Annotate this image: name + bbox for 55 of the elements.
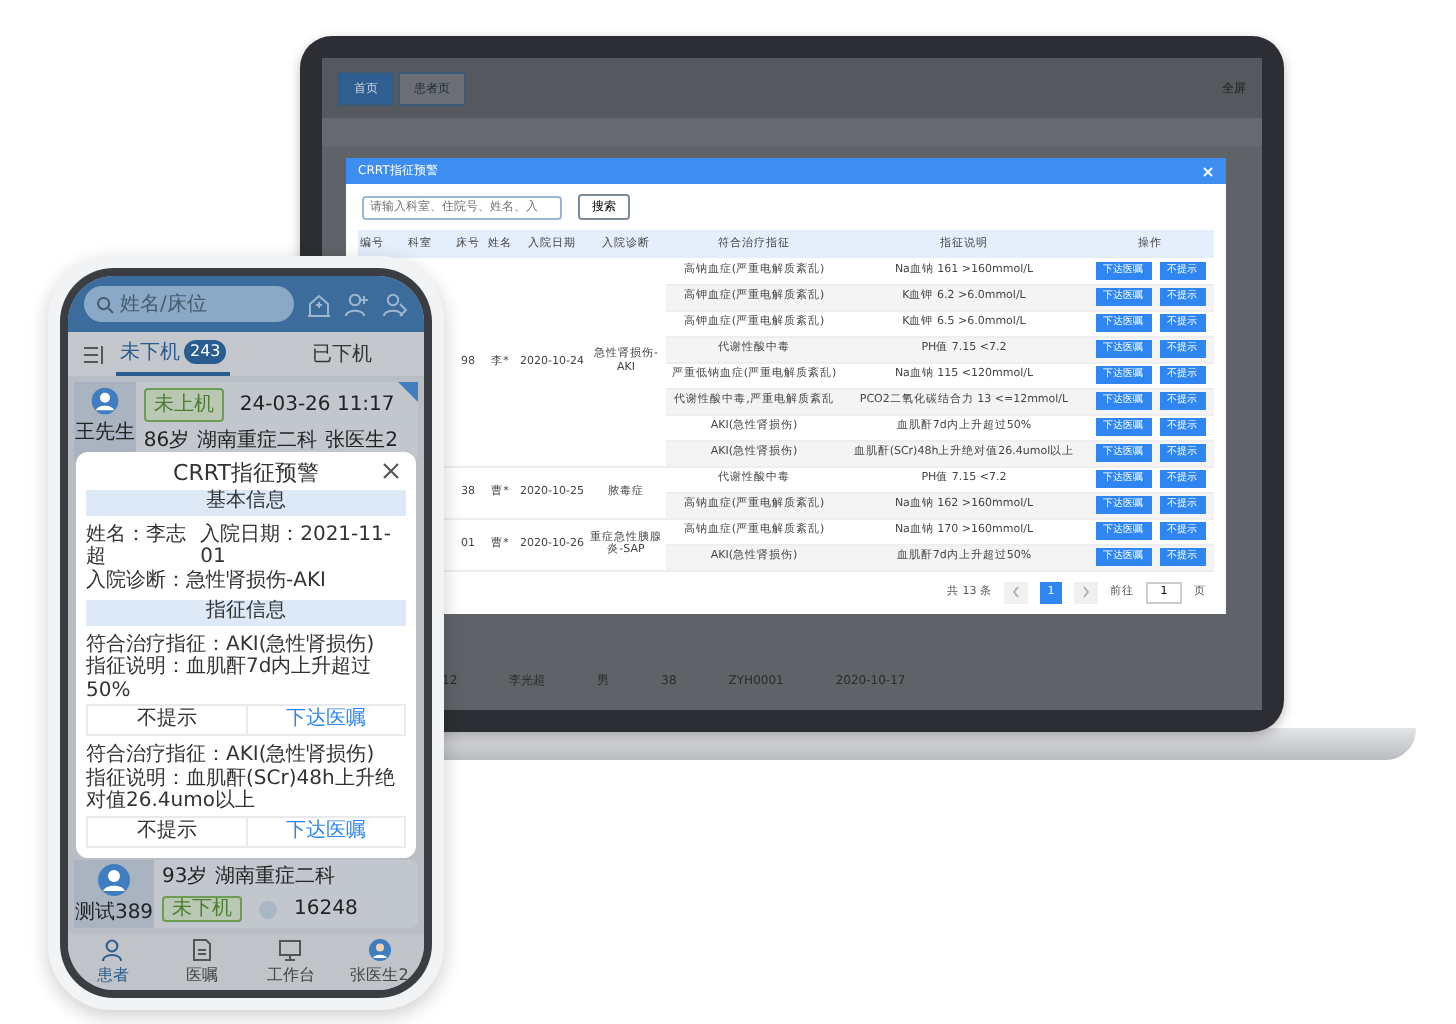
menu-icon xyxy=(84,345,104,363)
avatar-icon xyxy=(89,386,120,416)
admit-date: 入院日期：2021-11-01 xyxy=(200,523,393,569)
nav-label: 张医生2 xyxy=(350,963,409,987)
tab[interactable]: 未下机 243 xyxy=(116,333,231,375)
admit-time: 24-03-26 11:17 xyxy=(239,392,395,420)
diagnosis-text: 入院诊断：急性肾损伤-AKI xyxy=(86,569,328,593)
nav-label: 工作台 xyxy=(266,963,315,987)
patient-number: 16248 xyxy=(294,896,358,924)
close-icon xyxy=(1202,165,1214,177)
tab[interactable]: 已下机 xyxy=(308,335,376,373)
patient-name: 王先生 xyxy=(74,419,135,448)
status-tag: 未下机 xyxy=(162,896,242,922)
patient-card[interactable]: 测试389 93岁 湖南重症二科 未下机 16248 xyxy=(74,860,418,928)
patient-age: 86岁 xyxy=(143,427,190,456)
next-page-button[interactable] xyxy=(1074,581,1098,604)
nav-item[interactable]: 张医生2 xyxy=(335,934,424,990)
tab-label: 未下机 xyxy=(120,339,180,367)
search-input[interactable]: 姓名/床位 xyxy=(120,289,260,319)
ward-name: 湖南重症二科 xyxy=(215,863,336,892)
corner-badge-icon xyxy=(398,382,418,402)
count-badge: 243 xyxy=(184,340,227,364)
person-icon xyxy=(100,937,125,961)
section-heading: 基本信息 xyxy=(86,490,406,516)
ward-name: 湖南重症二科 xyxy=(197,427,318,456)
nav-label: 医嘱 xyxy=(185,963,218,987)
prev-page-button[interactable] xyxy=(1004,581,1028,604)
search-field[interactable]: 姓名/床位 xyxy=(84,286,294,322)
nav-item[interactable]: 医嘱 xyxy=(157,934,246,990)
nav-label: 患者 xyxy=(96,963,129,987)
close-icon xyxy=(382,462,400,480)
search-icon xyxy=(96,295,114,313)
monitor-icon xyxy=(278,937,303,961)
patient-age: 93岁 xyxy=(162,863,208,892)
doctor-name: 张医生2 xyxy=(325,427,398,456)
chevron-left-icon xyxy=(1012,586,1020,599)
nav-item[interactable]: 工作台 xyxy=(246,934,335,990)
person-arrow-icon xyxy=(382,291,408,317)
avatar-icon xyxy=(367,937,392,961)
nav-item[interactable]: 患者 xyxy=(68,934,157,990)
patient-name: 姓名：李志超 xyxy=(86,523,188,569)
avatar-icon xyxy=(96,862,132,898)
chevron-right-icon xyxy=(1082,586,1090,599)
patient-name: 测试389 xyxy=(74,899,154,928)
indication-description: 指征说明：血肌酐7d内上升超过50% xyxy=(86,656,374,703)
indication-text: 符合治疗指征：AKI(急性肾损伤) xyxy=(86,633,377,656)
indication-description: 指征说明：血肌酐(SCr)48h上升绝对值26.4umo以上 xyxy=(86,767,397,814)
tab-label: 已下机 xyxy=(312,341,372,369)
indication-text: 符合治疗指征：AKI(急性肾损伤) xyxy=(86,744,377,767)
document-icon xyxy=(189,937,214,961)
status-tag: 未上机 xyxy=(143,388,224,422)
section-heading: 指征信息 xyxy=(86,600,406,626)
dialog-title: CRRT指征预警 xyxy=(173,458,319,489)
person-add-icon xyxy=(344,291,370,317)
hospital-icon xyxy=(306,291,332,317)
